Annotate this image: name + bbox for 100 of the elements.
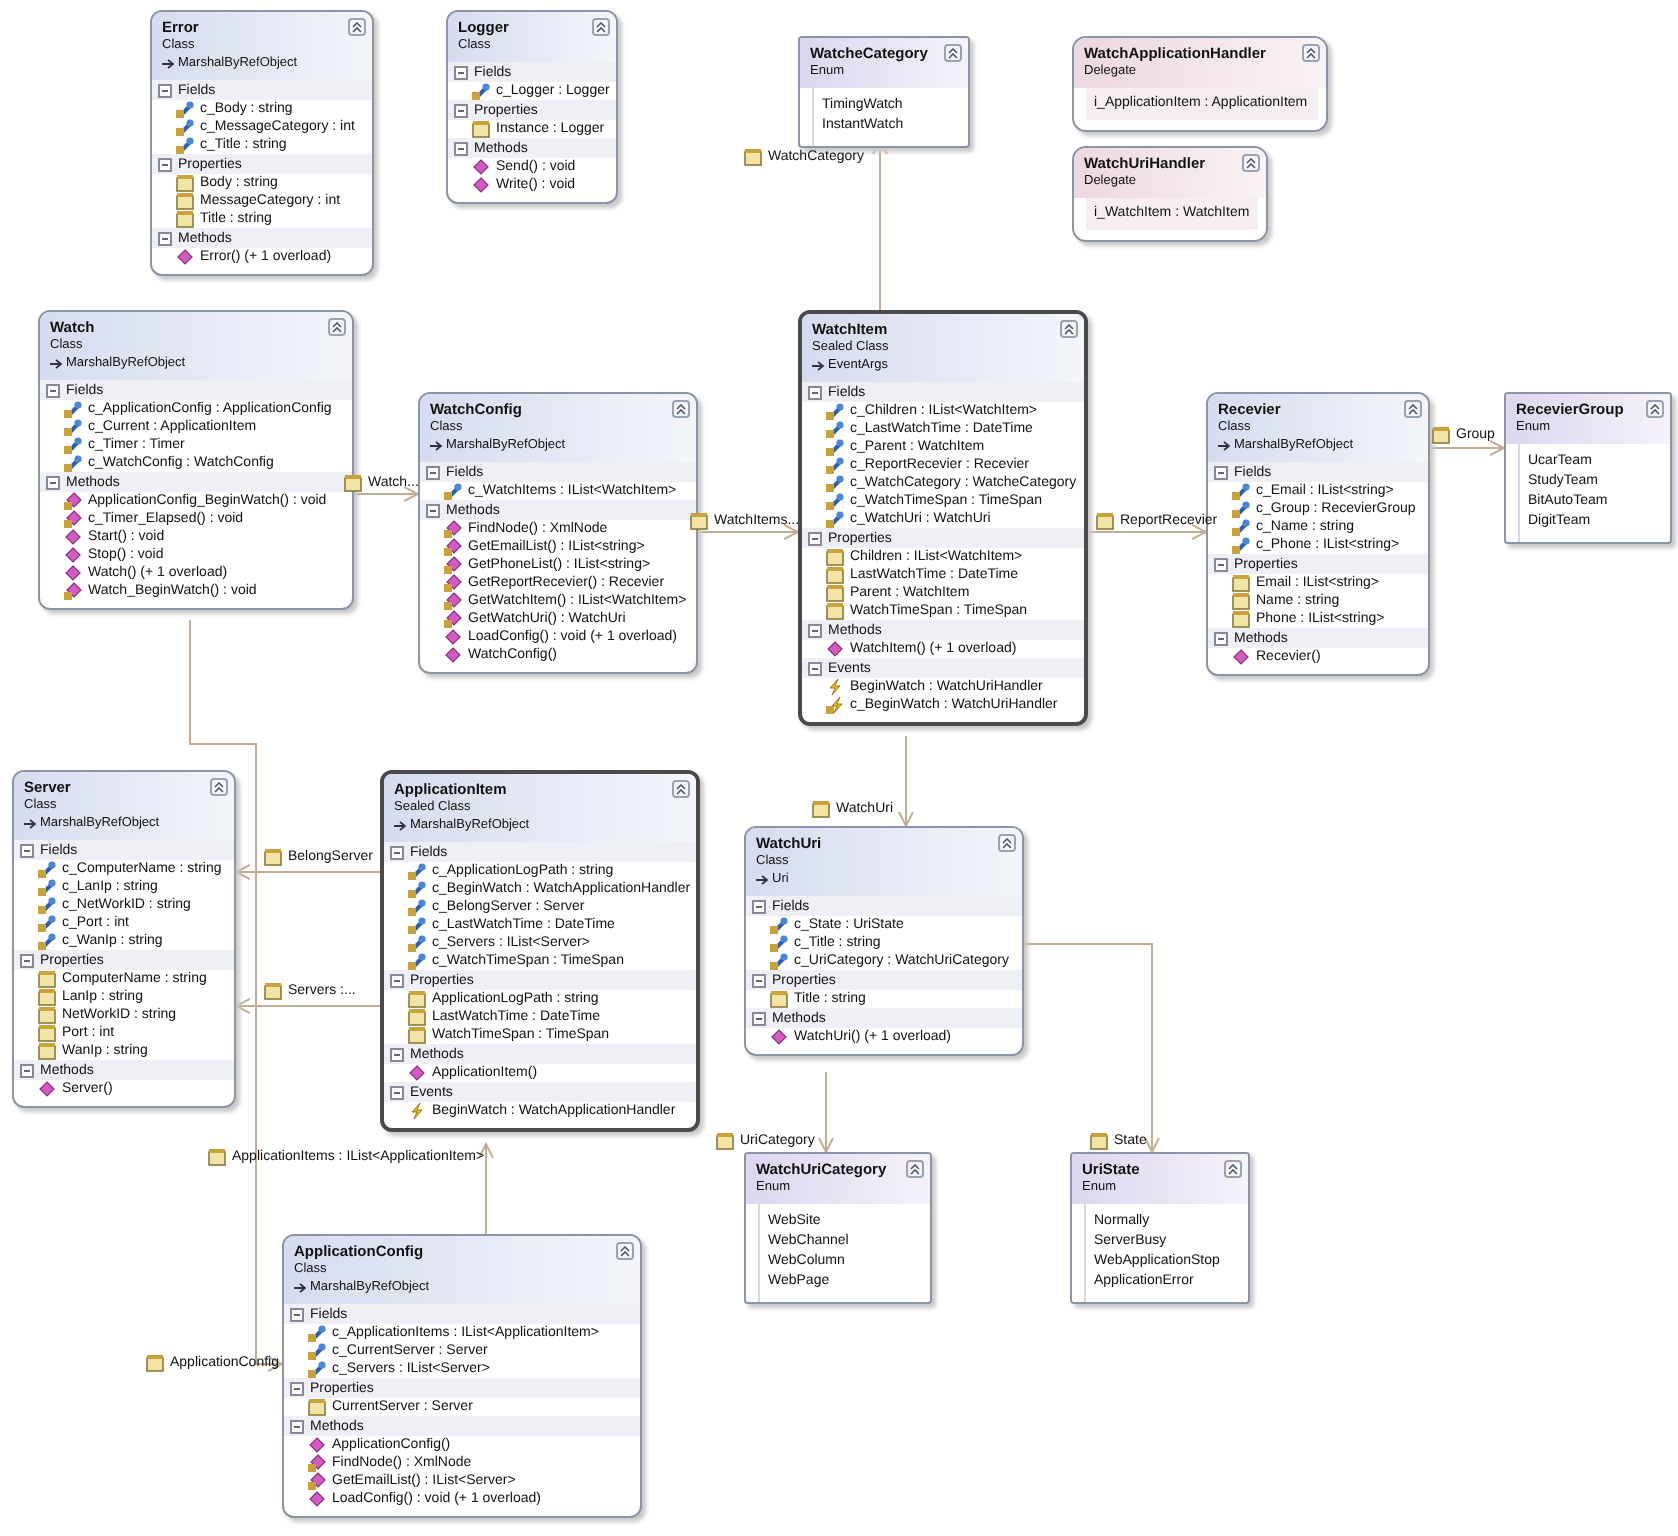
- collapse-button[interactable]: [592, 18, 610, 36]
- property-icon: [716, 1132, 734, 1150]
- class-shape[interactable]: [798, 310, 1088, 726]
- private-method-icon: [444, 610, 462, 628]
- collapse-icon[interactable]: [390, 845, 404, 859]
- class-shape[interactable]: [418, 392, 698, 674]
- collapse-icon[interactable]: [808, 623, 822, 637]
- collapse-icon[interactable]: [752, 1011, 766, 1025]
- private-method-icon: [444, 574, 462, 592]
- property-icon: [264, 848, 282, 866]
- property-icon: [176, 192, 194, 210]
- collapse-icon[interactable]: [46, 475, 60, 489]
- inheritance-icon: [24, 817, 38, 829]
- property-icon: [38, 1042, 56, 1060]
- field-icon: [1232, 500, 1250, 518]
- collapse-icon[interactable]: [158, 83, 172, 97]
- collapse-icon[interactable]: [390, 1085, 404, 1099]
- property-icon: [308, 1398, 326, 1416]
- property-icon: [408, 1008, 426, 1026]
- field-icon: [38, 860, 56, 878]
- collapse-button[interactable]: [1224, 1160, 1242, 1178]
- association-arrow: [697, 524, 799, 540]
- collapse-icon[interactable]: [1214, 465, 1228, 479]
- property-icon: [1096, 512, 1114, 530]
- collapse-icon[interactable]: [20, 953, 34, 967]
- collapse-icon[interactable]: [158, 231, 172, 245]
- collapse-icon[interactable]: [20, 843, 34, 857]
- collapse-icon[interactable]: [20, 1063, 34, 1077]
- property-icon: [408, 990, 426, 1008]
- collapse-icon[interactable]: [290, 1307, 304, 1321]
- field-icon: [408, 862, 426, 880]
- collapse-icon[interactable]: [454, 103, 468, 117]
- class-shape[interactable]: [12, 770, 236, 1108]
- field-icon: [64, 418, 82, 436]
- collapse-icon[interactable]: [808, 661, 822, 675]
- property-icon: [744, 148, 762, 166]
- field-icon: [408, 880, 426, 898]
- field-icon: [38, 914, 56, 932]
- collapse-icon[interactable]: [454, 141, 468, 155]
- field-icon: [408, 916, 426, 934]
- collapse-button[interactable]: [348, 18, 366, 36]
- collapse-button[interactable]: [328, 318, 346, 336]
- property-icon: [826, 548, 844, 566]
- property-icon: [408, 1026, 426, 1044]
- field-icon: [826, 492, 844, 510]
- collapse-button[interactable]: [998, 834, 1016, 852]
- field-icon: [826, 402, 844, 420]
- collapse-button[interactable]: [210, 778, 228, 796]
- private-method-icon: [444, 556, 462, 574]
- property-icon: [1232, 592, 1250, 610]
- property-icon: [176, 174, 194, 192]
- inheritance-icon: [394, 819, 408, 831]
- private-method-icon: [308, 1472, 326, 1490]
- collapse-icon[interactable]: [752, 973, 766, 987]
- collapse-icon[interactable]: [426, 503, 440, 517]
- collapse-button[interactable]: [1302, 44, 1320, 62]
- method-icon: [308, 1490, 326, 1508]
- collapse-button[interactable]: [616, 1242, 634, 1260]
- property-icon: [264, 982, 282, 1000]
- association-arrow: [818, 1071, 834, 1153]
- collapse-icon[interactable]: [752, 899, 766, 913]
- field-icon: [176, 118, 194, 136]
- collapse-button[interactable]: [1646, 400, 1664, 418]
- collapse-icon[interactable]: [290, 1381, 304, 1395]
- field-icon: [1232, 518, 1250, 536]
- class-shape[interactable]: [38, 310, 354, 610]
- property-icon: [38, 970, 56, 988]
- association-arrow: [1087, 524, 1207, 540]
- collapse-button[interactable]: [672, 780, 690, 798]
- collapse-icon[interactable]: [808, 385, 822, 399]
- collapse-icon[interactable]: [1214, 631, 1228, 645]
- collapse-button[interactable]: [906, 1160, 924, 1178]
- inheritance-icon: [294, 1281, 308, 1293]
- field-icon: [38, 896, 56, 914]
- collapse-icon[interactable]: [390, 1047, 404, 1061]
- collapse-button[interactable]: [1242, 154, 1260, 172]
- private-method-icon: [308, 1454, 326, 1472]
- class-shape[interactable]: [380, 770, 700, 1132]
- collapse-icon[interactable]: [808, 531, 822, 545]
- field-icon: [408, 898, 426, 916]
- association-arrow: [1429, 440, 1505, 456]
- collapse-icon[interactable]: [454, 65, 468, 79]
- collapse-icon[interactable]: [426, 465, 440, 479]
- property-icon: [826, 566, 844, 584]
- collapse-icon[interactable]: [1214, 557, 1228, 571]
- property-icon: [208, 1148, 226, 1166]
- private-method-icon: [444, 538, 462, 556]
- collapse-icon[interactable]: [290, 1419, 304, 1433]
- property-icon: [1232, 574, 1250, 592]
- collapse-icon[interactable]: [46, 383, 60, 397]
- collapse-icon[interactable]: [158, 157, 172, 171]
- collapse-button[interactable]: [672, 400, 690, 418]
- class-shape[interactable]: [282, 1234, 642, 1518]
- collapse-button[interactable]: [944, 44, 962, 62]
- collapse-button[interactable]: [1060, 320, 1078, 338]
- property-icon: [176, 210, 194, 228]
- property-icon: [1232, 610, 1250, 628]
- inheritance-icon: [430, 439, 444, 451]
- collapse-icon[interactable]: [390, 973, 404, 987]
- collapse-button[interactable]: [1404, 400, 1422, 418]
